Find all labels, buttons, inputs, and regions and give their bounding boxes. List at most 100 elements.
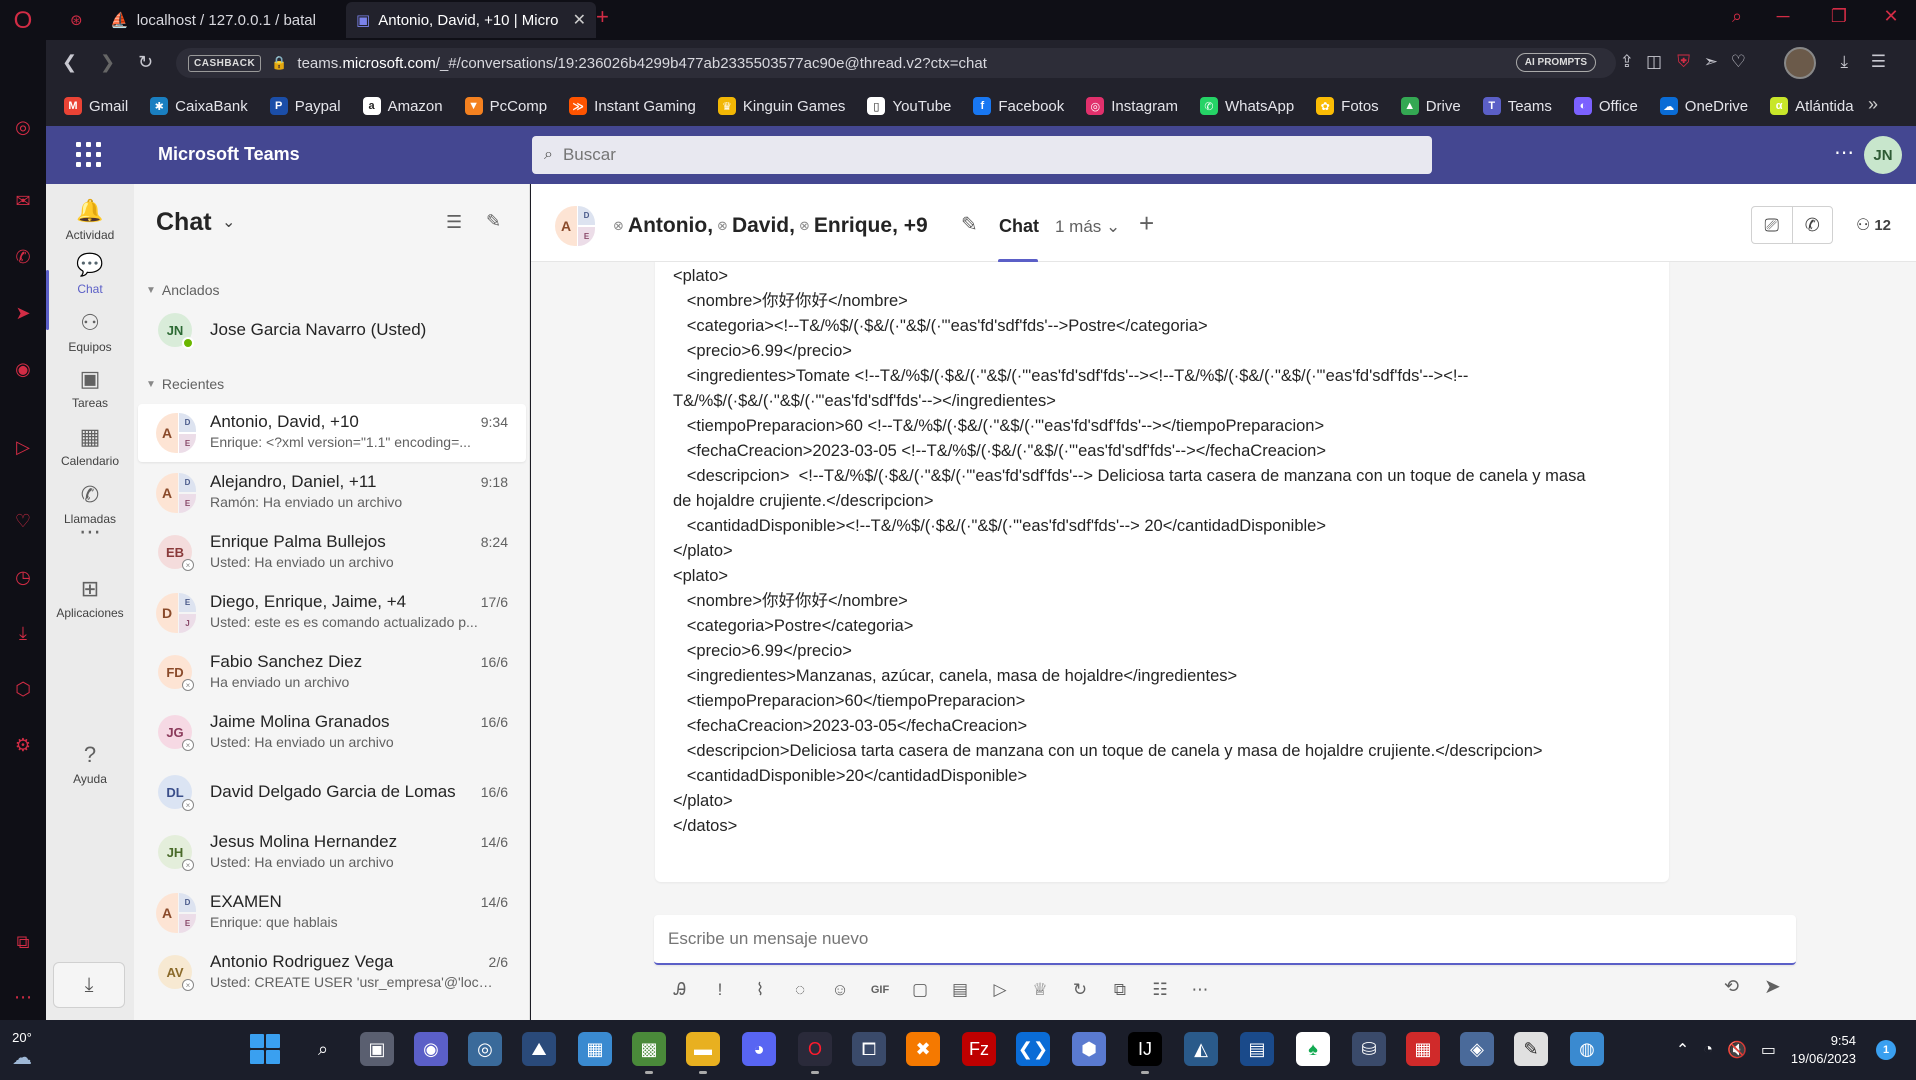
chat-list-item[interactable]: JN Jose Garcia Navarro (Usted) [138, 302, 526, 360]
bookmark-item[interactable]: ♛ Kinguin Games [717, 97, 845, 115]
file-explorer-icon[interactable]: ▬ [686, 1032, 720, 1074]
user-avatar[interactable]: JN [1864, 136, 1902, 174]
new-chat-icon[interactable]: ✎ [486, 211, 501, 232]
lock-icon[interactable]: 🔒 [271, 55, 287, 71]
chat-taskbar-icon[interactable]: ◉ [414, 1032, 448, 1066]
rail-item-equipos[interactable]: ⚇ Equipos [46, 300, 134, 364]
forms-icon[interactable]: ☷ [1140, 976, 1180, 1004]
recent-section-header[interactable]: ▼ Recientes [146, 376, 224, 392]
mongodb-icon[interactable]: ♠ [1296, 1032, 1330, 1066]
bookmark-item[interactable]: ✆ WhatsApp [1199, 97, 1294, 115]
adblock-icon[interactable]: ⛨ [1677, 52, 1690, 72]
heart-icon[interactable]: ♡ [0, 504, 46, 538]
database-app-icon[interactable]: ⛁ [1352, 1032, 1386, 1066]
volume-muted-icon[interactable]: 🔇 [1727, 1040, 1747, 1060]
tab-more[interactable]: 1 más ⌄ [1055, 217, 1120, 237]
settings-icon[interactable]: ⚙ [0, 728, 46, 762]
minimize-button[interactable]: ─ [1768, 6, 1798, 27]
aria-icon[interactable]: ◎ [0, 110, 46, 144]
rail-item-aplicaciones[interactable]: ⊞ Aplicaciones [46, 566, 134, 630]
praise-icon[interactable]: ♕ [1020, 976, 1060, 1004]
format-icon[interactable]: Ꭿ [660, 976, 700, 1004]
notification-badge[interactable]: 1 [1876, 1040, 1896, 1060]
more-options-icon[interactable]: ⋯ [1180, 976, 1220, 1004]
task-view-icon[interactable]: ▣ [360, 1032, 394, 1066]
chat-list-item[interactable]: FD × Fabio Sanchez Diez Ha enviado un archi… [138, 644, 526, 702]
bookmark-item[interactable]: ▯ YouTube [867, 97, 951, 115]
network-app-icon[interactable]: ⧠ [852, 1032, 886, 1066]
schedule-meeting-icon[interactable]: ▤ [940, 976, 980, 1004]
screenshot-icon[interactable]: ⧉ [0, 925, 46, 959]
audio-call-icon[interactable]: ✆ [1793, 207, 1833, 243]
chat-list-item[interactable]: JH × Jesus Molina Hernandez Usted: Ha envia… [138, 824, 526, 882]
chat-list-item[interactable]: A D E EXAMEN Enrique: que hablais 14/6 [138, 884, 526, 942]
emoji-icon[interactable]: ☺ [820, 976, 860, 1004]
whatsapp-icon[interactable]: ✆ [0, 240, 46, 274]
message-composer[interactable] [654, 915, 1796, 965]
easy-setup-icon[interactable]: ☰ [1871, 52, 1886, 72]
rail-item-chat[interactable]: 💬 Chat [46, 242, 134, 306]
messenger-icon[interactable]: ✉ [0, 184, 46, 218]
loop-icon[interactable]: ◌ [780, 976, 820, 1004]
player-icon[interactable]: ▷ [0, 430, 46, 464]
stream-icon[interactable]: ▷ [980, 976, 1020, 1004]
chat-list-item[interactable]: DL × David Delgado Garcia de Lomas 16/6 [138, 764, 526, 822]
refresh-icon[interactable]: ↻ [1060, 976, 1100, 1004]
new-tab-button[interactable]: + [596, 4, 609, 30]
chat-list-title[interactable]: Chat [156, 208, 212, 237]
url-field[interactable]: CASHBACK 🔒 teams.microsoft.com/_#/conver… [176, 48, 1616, 78]
message-input[interactable] [668, 929, 1768, 949]
video-call-icon[interactable]: ⎚ [1752, 207, 1793, 243]
instagram-icon[interactable]: ◉ [0, 352, 46, 386]
chat-list-item[interactable]: A D E Antonio, David, +10 Enrique: <?xml ver… [138, 404, 526, 462]
clock[interactable]: 9:54 19/06/2023 [1791, 1032, 1856, 1068]
download-icon[interactable]: ⤓ [1840, 52, 1848, 72]
sticker-icon[interactable]: ▢ [900, 976, 940, 1004]
bookmark-item[interactable]: M Gmail [64, 97, 128, 115]
sidebar-more-icon[interactable]: ⋯ [0, 980, 46, 1014]
chat-list-item[interactable]: AV × Antonio Rodriguez Vega Usted: CREATE U… [138, 944, 526, 1002]
xampp-icon[interactable]: ✖ [906, 1032, 940, 1066]
back-button[interactable]: ❮ [62, 52, 77, 73]
tab-chat[interactable]: Chat [999, 216, 1039, 237]
maximize-button[interactable]: ❐ [1824, 6, 1854, 27]
bookmark-item[interactable]: T Teams [1482, 97, 1552, 115]
url-text[interactable]: teams.microsoft.com/_#/conversations/19:… [297, 55, 986, 72]
conversation-title[interactable]: ⊗ Antonio, ⊗ David, ⊗ Enrique, +9 [613, 214, 928, 238]
cashback-badge[interactable]: CASHBACK [188, 54, 262, 72]
chevron-down-icon[interactable]: ⌄ [222, 212, 235, 232]
chevron-up-icon[interactable]: ⌃ [1676, 1040, 1689, 1060]
important-icon[interactable]: ! [700, 976, 740, 1004]
cube-app-icon[interactable]: ◈ [1460, 1032, 1494, 1066]
minecraft-icon[interactable]: ▩ [632, 1032, 666, 1074]
app-launcher-icon[interactable] [76, 142, 102, 168]
editor-app-icon[interactable]: ✎ [1514, 1032, 1548, 1066]
bookmark-item[interactable]: ▼ PcComp [464, 97, 547, 115]
opera-logo-icon[interactable]: O [0, 4, 46, 38]
chat-list-item[interactable]: D E J Diego, Enrique, Jaime, +4 Usted: este … [138, 584, 526, 642]
bookmark-item[interactable]: a Amazon [362, 97, 443, 115]
game-tab-icon[interactable]: ⊛ [60, 2, 100, 38]
search-input[interactable] [562, 145, 1363, 165]
profile-avatar[interactable] [1784, 47, 1816, 79]
rail-item-tareas[interactable]: ▣ Tareas [46, 356, 134, 420]
bookmark-item[interactable]: ◎ Instagram [1086, 97, 1178, 115]
close-icon[interactable]: ✕ [573, 10, 586, 30]
settings-more-icon[interactable]: ⋯ [1834, 140, 1854, 165]
wifi-icon[interactable]: ◔ [1703, 1041, 1713, 1059]
forward-button[interactable]: ❯ [100, 52, 115, 73]
rail-item-calendario[interactable]: ▦ Calendario [46, 414, 134, 478]
reader-app-icon[interactable]: ▤ [1240, 1032, 1274, 1066]
loop-component-icon[interactable]: ⟲ [1724, 976, 1739, 997]
weather-widget[interactable]: 20° ☁ [12, 1030, 32, 1070]
bookmark-item[interactable]: ✱ CaixaBank [150, 97, 248, 115]
camera-app-icon[interactable]: ◎ [468, 1032, 502, 1066]
tab-teams[interactable]: ▣ Antonio, David, +10 | Micro ✕ [346, 2, 596, 38]
bookmark-item[interactable]: P Paypal [269, 97, 341, 115]
filter-icon[interactable]: ☰ [446, 212, 462, 233]
globe-app-icon[interactable]: ◍ [1570, 1032, 1604, 1066]
bookmark-item[interactable]: f Facebook [973, 97, 1064, 115]
copy-icon[interactable]: ⧉ [1100, 976, 1140, 1004]
chat-list-item[interactable]: EB × Enrique Palma Bullejos Usted: Ha envia… [138, 524, 526, 582]
extensions-icon[interactable]: ⬡ [0, 672, 46, 706]
